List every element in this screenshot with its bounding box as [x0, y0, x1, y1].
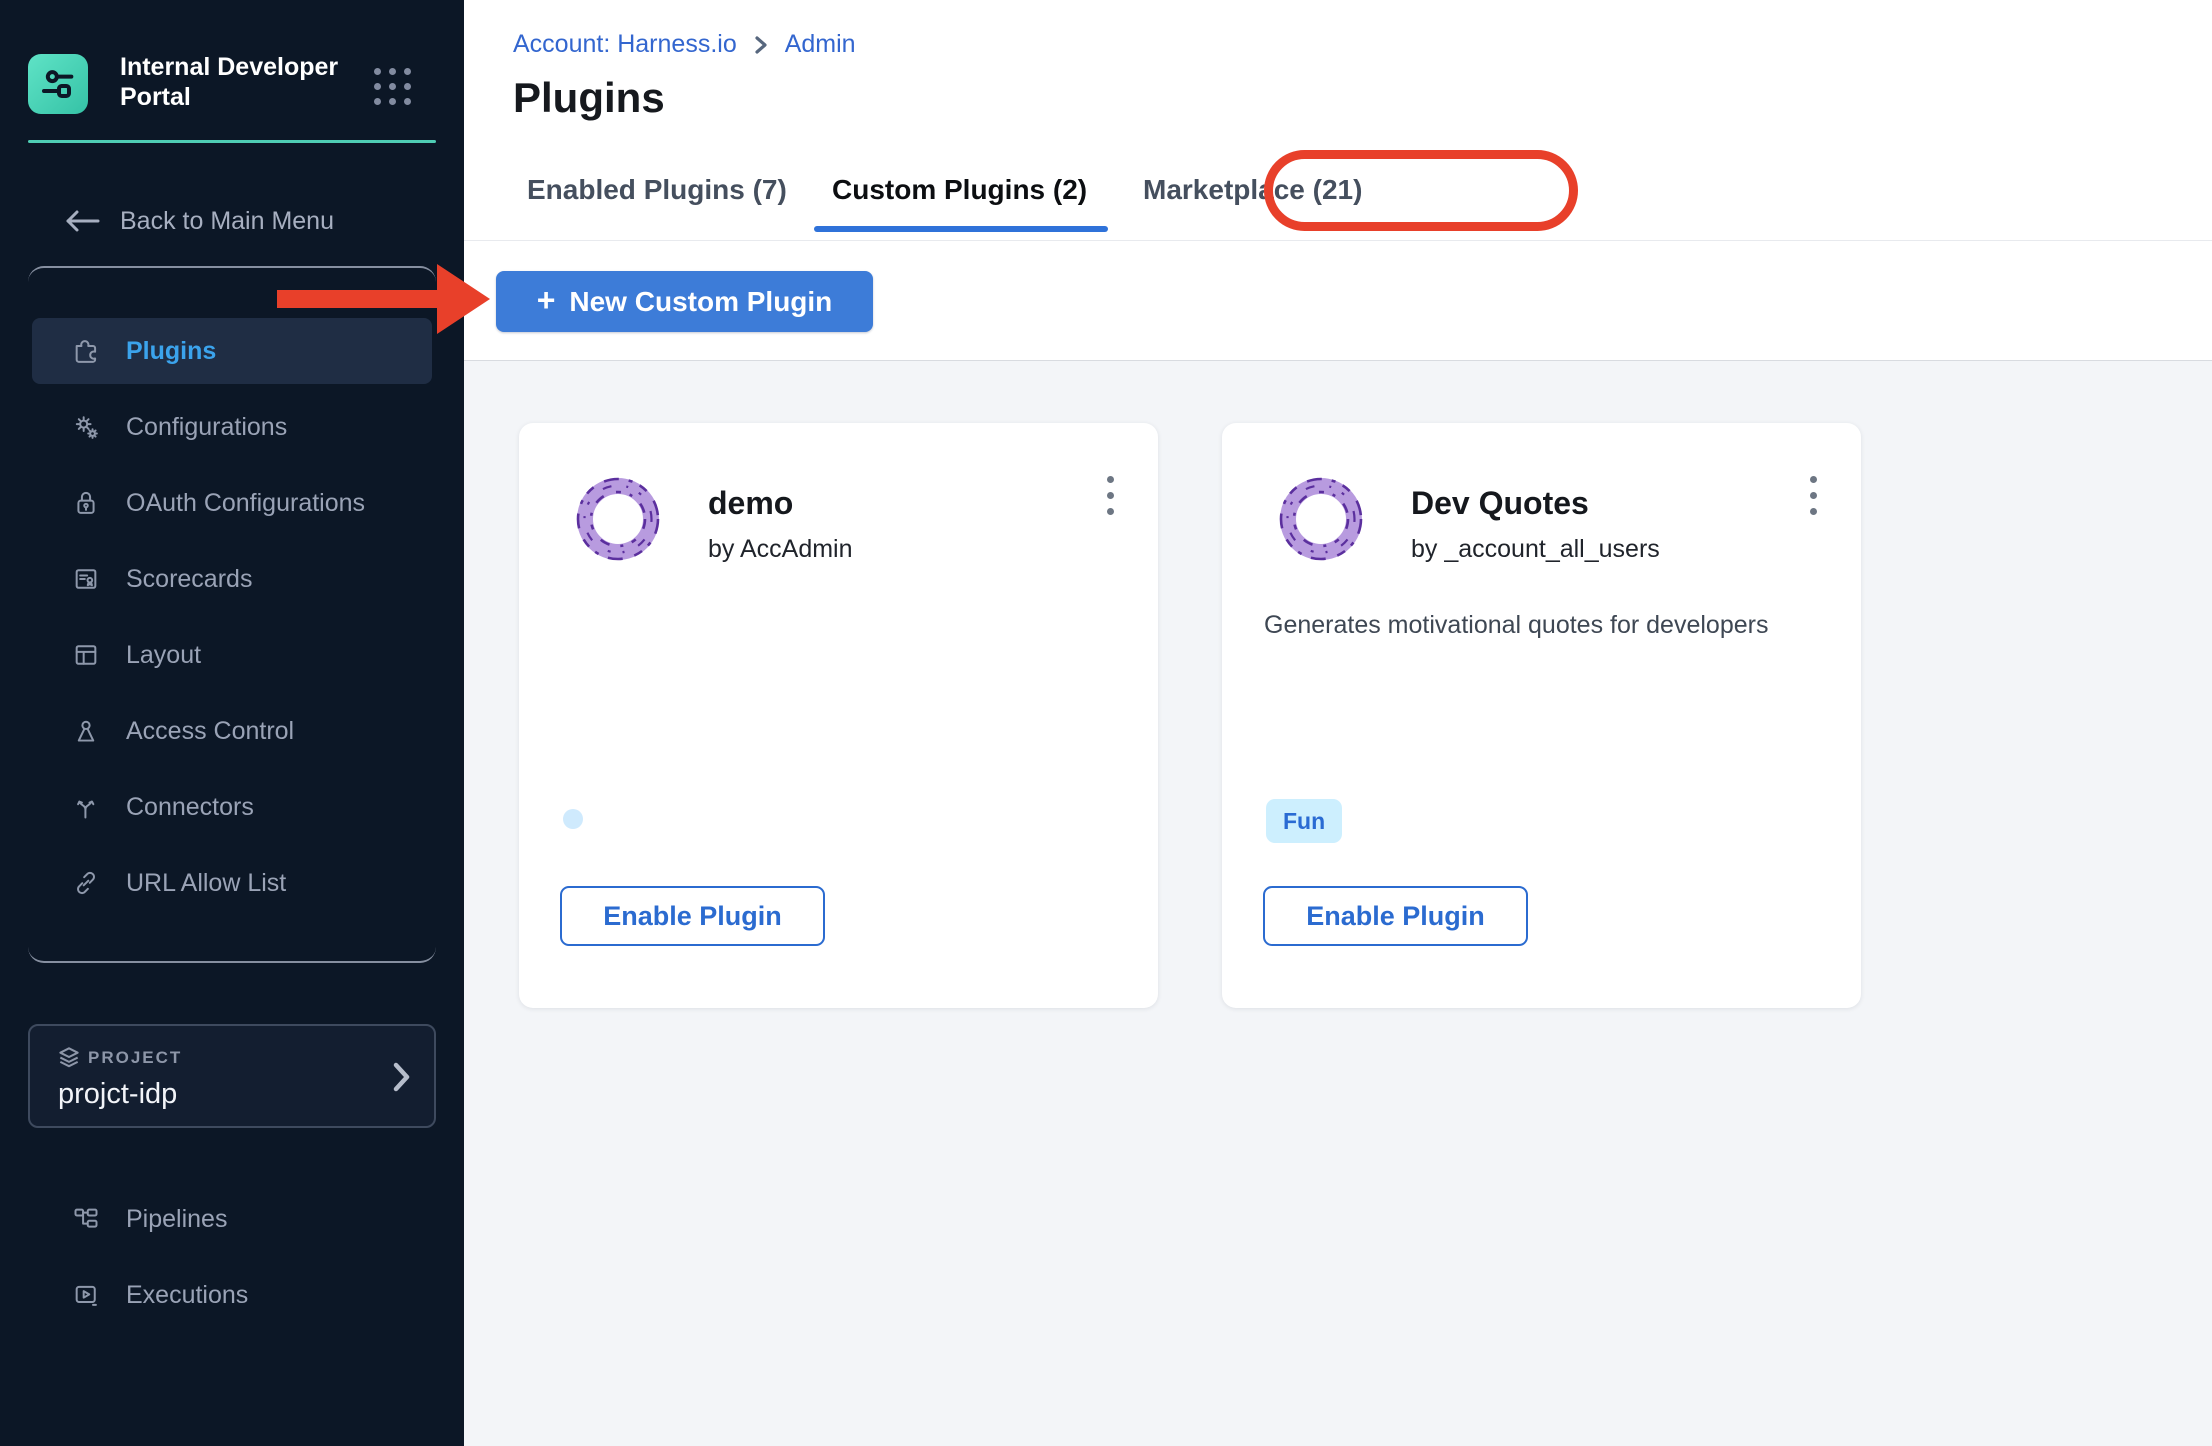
sidebar-item-executions[interactable]: Executions: [32, 1262, 432, 1328]
breadcrumb-admin-link[interactable]: Admin: [785, 30, 856, 59]
sidebar-item-layout[interactable]: Layout: [32, 622, 432, 688]
split-arrows-icon: [72, 793, 100, 821]
sidebar-item-scorecards[interactable]: Scorecards: [32, 546, 432, 612]
page-title: Plugins: [513, 74, 665, 122]
plus-icon: +: [537, 284, 556, 316]
sidebar-item-label: Layout: [126, 641, 201, 670]
tabs-bar: Enabled Plugins (7) Custom Plugins (2) M…: [464, 160, 2212, 241]
sidebar-nav: Plugins Configurations: [0, 318, 464, 926]
sidebar-item-label: Plugins: [126, 337, 216, 366]
breadcrumb-account-link[interactable]: Account: Harness.io: [513, 30, 737, 59]
tabs-bottom-border: [464, 240, 2212, 241]
plugin-title: Dev Quotes: [1411, 485, 1589, 522]
gears-icon: [72, 413, 100, 441]
enable-plugin-button[interactable]: Enable Plugin: [560, 886, 825, 946]
sidebar-item-label: OAuth Configurations: [126, 489, 365, 518]
sidebar-item-label: URL Allow List: [126, 869, 286, 898]
plugin-ring-icon: [572, 473, 664, 565]
sidebar-item-label: Scorecards: [126, 565, 252, 594]
plugin-description: Generates motivational quotes for develo…: [1264, 608, 1834, 642]
plugin-author: by _account_all_users: [1411, 535, 1660, 564]
link-icon: [72, 869, 100, 897]
sidebar-item-label: Connectors: [126, 793, 254, 822]
plugin-author: by AccAdmin: [708, 535, 853, 564]
plugin-ring-icon: [1275, 473, 1367, 565]
person-icon: [72, 717, 100, 745]
sidebar-footer-nav: Pipelines Executions: [0, 1186, 464, 1338]
app-title: Internal Developer Portal: [120, 52, 355, 112]
chevron-right-icon: [390, 1060, 412, 1094]
app-switcher-grid-icon[interactable]: [374, 68, 415, 109]
lock-icon: [72, 489, 100, 517]
breadcrumb-chevron-icon: [753, 33, 769, 57]
new-custom-plugin-button[interactable]: + New Custom Plugin: [496, 271, 873, 332]
sidebar-item-label: Configurations: [126, 413, 287, 442]
tab-marketplace[interactable]: Marketplace (21): [1143, 174, 1362, 206]
back-arrow-icon: [62, 208, 102, 234]
layout-icon: [72, 641, 100, 669]
sidebar-item-pipelines[interactable]: Pipelines: [32, 1186, 432, 1252]
menu-panel-top-border: [28, 266, 436, 288]
main-content: Account: Harness.io Admin Plugins Enable…: [464, 0, 2212, 1446]
tab-enabled-plugins[interactable]: Enabled Plugins (7): [527, 174, 787, 206]
pipeline-icon: [72, 1205, 100, 1233]
sidebar-item-oauth-configurations[interactable]: OAuth Configurations: [32, 470, 432, 536]
sidebar-item-configurations[interactable]: Configurations: [32, 394, 432, 460]
sidebar-item-label: Executions: [126, 1281, 248, 1310]
app-logo-icon: [28, 54, 88, 114]
play-square-icon: [72, 1281, 100, 1309]
project-label: PROJECT: [88, 1048, 182, 1068]
enable-plugin-button[interactable]: Enable Plugin: [1263, 886, 1528, 946]
annotation-red-arrow: [277, 290, 439, 308]
new-custom-plugin-label: New Custom Plugin: [569, 286, 832, 318]
circuit-glyph-icon: [38, 64, 78, 104]
sidebar-item-connectors[interactable]: Connectors: [32, 774, 432, 840]
plugin-card-demo: demo by AccAdmin Enable Plugin: [519, 423, 1158, 1008]
breadcrumb: Account: Harness.io Admin: [513, 30, 856, 59]
layers-icon: [56, 1044, 82, 1070]
active-tab-underline: [814, 226, 1108, 232]
page-header: Account: Harness.io Admin Plugins Enable…: [464, 0, 2212, 361]
sidebar-item-label: Access Control: [126, 717, 294, 746]
sidebar-item-plugins[interactable]: Plugins: [32, 318, 432, 384]
screen: Internal Developer Portal Back to Main M…: [0, 0, 2212, 1446]
scorecard-icon: [72, 565, 100, 593]
project-selector[interactable]: PROJECT projct-idp: [28, 1024, 436, 1128]
tag-badge-fun: Fun: [1266, 799, 1342, 843]
sidebar-item-access-control[interactable]: Access Control: [32, 698, 432, 764]
kebab-menu-icon[interactable]: [1097, 465, 1123, 525]
project-name: projct-idp: [58, 1078, 177, 1111]
tab-custom-plugins[interactable]: Custom Plugins (2): [832, 174, 1087, 206]
puzzle-icon: [72, 337, 100, 365]
plugin-title: demo: [708, 485, 793, 522]
back-label: Back to Main Menu: [120, 207, 334, 236]
sidebar: Internal Developer Portal Back to Main M…: [0, 0, 464, 1446]
plugin-card-dev-quotes: Dev Quotes by _account_all_users Generat…: [1222, 423, 1861, 1008]
logo-divider: [28, 140, 436, 143]
back-to-main-menu[interactable]: Back to Main Menu: [0, 196, 464, 246]
annotation-red-arrow-head: [437, 264, 490, 334]
sidebar-item-label: Pipelines: [126, 1205, 227, 1234]
empty-tag-dot: [563, 809, 583, 829]
kebab-menu-icon[interactable]: [1800, 465, 1826, 525]
menu-panel-bottom-border: [28, 941, 436, 963]
sidebar-item-url-allow-list[interactable]: URL Allow List: [32, 850, 432, 916]
